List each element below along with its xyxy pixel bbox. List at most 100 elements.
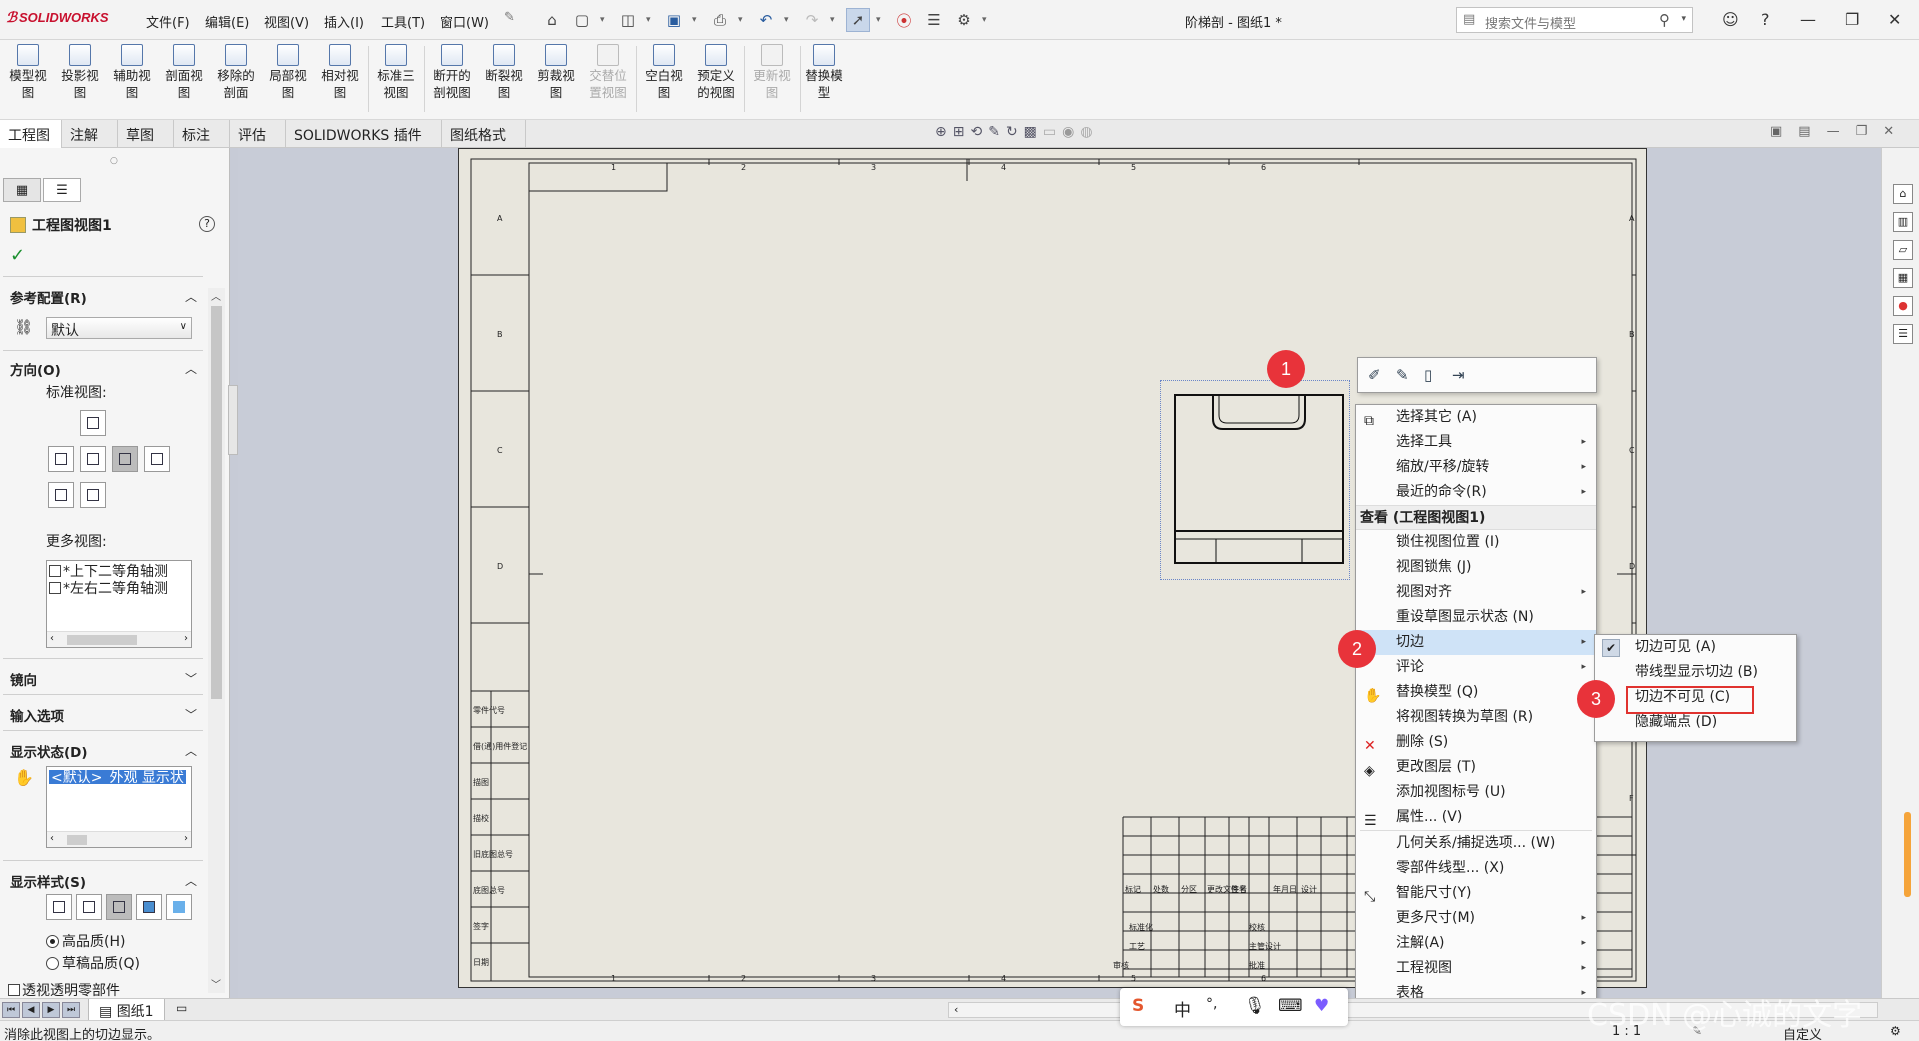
zoom-to-area-icon[interactable]: ⊞ [953,124,965,140]
ctx-comment[interactable]: 评论 ▸ [1356,655,1596,680]
design-library-icon[interactable]: ▥ [1893,212,1913,232]
restore-icon[interactable]: ❐ [1845,10,1859,29]
tab-sheet-format[interactable]: 图纸格式 [442,120,526,148]
checkbox[interactable] [49,565,61,577]
view-bottom-button[interactable] [80,482,106,508]
custom-properties-icon[interactable]: ☰ [1893,324,1913,344]
select-cursor-icon[interactable]: ➚ [846,8,870,32]
display-mode-icon[interactable]: ▩ [1024,124,1037,140]
horizontal-scrollbar[interactable]: ‹ › [47,831,191,847]
ctx-annotations[interactable]: 注解(A) ▸ [1356,931,1596,956]
appearances-icon[interactable]: ● [1893,296,1913,316]
checkbox[interactable] [8,984,20,996]
redo-icon[interactable]: ↷ [800,8,824,32]
hide-show-icon[interactable]: ◉ [1062,124,1074,140]
break-view-button[interactable]: 断裂视图 [480,44,528,101]
home-icon[interactable]: ⌂ [540,8,564,32]
ref-config-group[interactable]: 参考配置(R) ︿ [0,284,205,308]
menu-window[interactable]: 窗口(W) [440,12,489,31]
menu-tools[interactable]: 工具(T) [381,12,425,31]
radio-unselected[interactable] [46,957,59,970]
ctx-lock-view-position[interactable]: 锁住视图位置 (I) [1356,530,1596,555]
new-dropdown-icon[interactable]: ▾ [600,15,610,25]
crop-view-button[interactable]: 剪裁视图 [532,44,580,101]
ctx-properties[interactable]: ☰ 属性... (V) [1356,805,1596,830]
ctx-more-dimensions[interactable]: 更多尺寸(M) ▸ [1356,906,1596,931]
view-front-button[interactable] [80,446,106,472]
scroll-right-icon[interactable]: › [184,633,188,644]
replace-model-button[interactable]: 替换模型 [800,44,848,101]
view-left-button[interactable] [48,446,74,472]
ctx-delete[interactable]: ✕ 删除 (S) [1356,730,1596,755]
save-icon[interactable]: ▣ [662,8,686,32]
empty-view-button[interactable]: 空白视图 [640,44,688,101]
select-dropdown-icon[interactable]: ▾ [876,15,886,25]
orientation-group[interactable]: 方向(O) ︿ [0,356,205,380]
previous-view-icon[interactable]: ⟲ [970,124,982,140]
new-doc-icon[interactable]: ▢ [570,8,594,32]
pm-vertical-scrollbar[interactable]: ︿ ﹀ [208,288,225,993]
user-account-icon[interactable]: ☺ [1722,10,1739,29]
ctx-change-layer[interactable]: ◈ 更改图层 (T) [1356,755,1596,780]
collapse-chevron-icon[interactable]: ︿ [185,872,197,889]
tab-sketch[interactable]: 草图 [118,120,174,148]
rotate-view-icon[interactable]: ↻ [1006,124,1018,140]
sogou-logo-icon[interactable]: S [1132,996,1144,1016]
menu-view[interactable]: 视图(V) [264,12,309,31]
minimize-icon[interactable]: — [1800,10,1816,29]
wireframe-button[interactable] [46,894,72,920]
hidden-lines-visible-button[interactable] [76,894,102,920]
solidworks-logo[interactable]: ℬ SOLIDWORKS [6,9,109,26]
menu-insert[interactable]: 插入(I) [324,12,364,31]
align-icon[interactable]: ⇥ [1452,366,1465,384]
redo-dropdown-icon[interactable]: ▾ [830,15,840,25]
expand-chevron-icon[interactable]: ﹀ [185,670,197,687]
first-sheet-icon[interactable]: ⏮ [2,1002,20,1018]
list-item[interactable]: *左右二等角轴测 [47,578,191,597]
collapse-chevron-icon[interactable]: ︿ [185,742,197,759]
options-dropdown-icon[interactable]: ▾ [982,15,992,25]
ime-chinese-mode[interactable]: 中 [1174,996,1191,1021]
collapse-chevron-icon[interactable]: ︿ [185,288,197,305]
property-manager-tab[interactable]: ☰ [43,178,81,202]
ctx-view-alignment[interactable]: 视图对齐 ▸ [1356,580,1596,605]
tab-drawing[interactable]: 工程图 [0,120,62,148]
doc-window-tile-icon[interactable]: ▣ [1770,124,1782,139]
projected-view-button[interactable]: 投影视图 [56,44,104,101]
removed-section-button[interactable]: 移除的 剖面 [212,44,260,101]
import-options-group[interactable]: 输入选项 ﹀ [0,702,205,726]
undo-icon[interactable]: ↶ [754,8,778,32]
ctx-component-line-font[interactable]: 零部件线型... (X) [1356,856,1596,881]
save-dropdown-icon[interactable]: ▾ [692,15,702,25]
search-box[interactable]: ▤ 搜索文件与模型 ⚲ ▾ [1456,7,1693,33]
tab-markup[interactable]: 标注 [174,120,230,148]
transparent-checkbox[interactable]: 透视透明零部件 [8,980,120,998]
panel-splitter[interactable] [228,385,238,455]
view-back-button[interactable] [144,446,170,472]
shaded-with-edges-button[interactable] [136,894,162,920]
scroll-left-icon[interactable]: ‹ [50,633,54,644]
microphone-icon[interactable]: 🎙 [1244,996,1266,1016]
checkbox[interactable] [49,582,61,594]
mirror-group[interactable]: 镜向 ﹀ [0,666,205,690]
horizontal-scrollbar[interactable]: ‹ › [47,631,191,647]
menu-file[interactable]: 文件(F) [146,12,190,31]
close-icon[interactable]: ✕ [1888,10,1901,29]
ctx-selection-tools[interactable]: 选择工具 ▸ [1356,430,1596,455]
ctx-drawing-views[interactable]: 工程视图 ▸ [1356,956,1596,981]
sheet-tab[interactable]: ▤ 图纸1 [88,999,165,1021]
sketch-icon[interactable]: ✎ [1396,366,1409,384]
scroll-thumb[interactable] [211,306,222,699]
detail-view-button[interactable]: 局部视图 [264,44,312,101]
keyboard-icon[interactable]: ⌨ [1278,996,1303,1016]
display-state-group[interactable]: 显示状态(D) ︿ [0,738,205,762]
print-icon[interactable]: ⎙ [708,8,732,32]
scroll-thumb[interactable] [67,835,87,845]
ctx-replace-model[interactable]: ✋ 替换模型 (Q) [1356,680,1596,705]
ctx-select-other[interactable]: ⧉ 选择其它 (A) [1356,405,1596,430]
ime-punctuation[interactable]: °, [1206,996,1217,1012]
sketch-tool-icon[interactable]: ✎ [988,124,1000,140]
relative-view-button[interactable]: 相对视图 [316,44,364,101]
update-view-button[interactable]: 更新视图 [748,44,796,101]
doc-close-icon[interactable]: ✕ [1883,124,1894,139]
